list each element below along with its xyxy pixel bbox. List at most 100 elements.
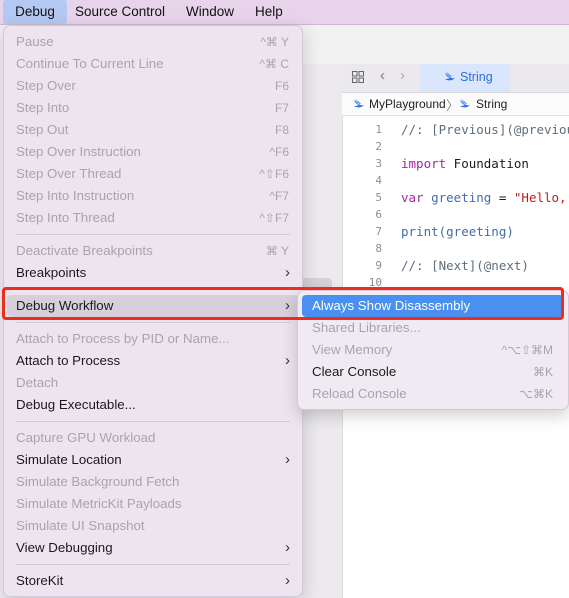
menu-item-label: Simulate MetricKit Payloads	[16, 496, 182, 511]
menu-item-reload-console[interactable]: Reload Console ⌥⌘K	[302, 383, 563, 405]
menu-item-label: Simulate Location	[16, 452, 122, 467]
menu-item-shortcut: F8	[274, 123, 289, 137]
menu-item-step-over-thread[interactable]: Step Over Thread ^⇧F6	[7, 163, 299, 185]
menu-separator	[16, 322, 290, 323]
menu-item-label: Deactivate Breakpoints	[16, 243, 153, 258]
chevron-right-icon: 〉	[446, 98, 460, 113]
menu-item-breakpoints[interactable]: Breakpoints ›	[7, 262, 299, 284]
breadcrumb-item[interactable]: MyPlayground	[369, 97, 446, 111]
highlight-box	[2, 287, 564, 320]
menu-item-storekit[interactable]: StoreKit ›	[7, 570, 299, 592]
menu-item-view-memory[interactable]: View Memory ^⌥⇧⌘M	[302, 339, 563, 361]
menu-item-label: Step Out	[16, 122, 69, 137]
line-number: 1	[375, 123, 382, 136]
line-number: 4	[375, 174, 382, 187]
line-number: 6	[375, 208, 382, 221]
menu-item-shortcut: ^⌘ C	[259, 57, 289, 71]
line-number: 2	[375, 140, 382, 153]
menu-bar: Debug Source Control Window Help	[0, 0, 569, 25]
code-line[interactable]: print(greeting)	[401, 224, 514, 239]
tab-label: String	[460, 70, 493, 84]
menubar-help[interactable]: Help	[255, 0, 283, 24]
menu-item-label: Simulate UI Snapshot	[16, 518, 145, 533]
swift-icon	[445, 72, 455, 81]
menu-item-step-over-instruction[interactable]: Step Over Instruction ^F6	[7, 141, 299, 163]
menu-item-shortcut: ^⌘ Y	[260, 35, 289, 49]
grid-icon[interactable]	[352, 71, 364, 83]
menu-separator	[16, 234, 290, 235]
code-line[interactable]: import Foundation	[401, 156, 529, 171]
menu-item-label: Attach to Process	[16, 353, 121, 368]
code-line[interactable]: var greeting = "Hello,	[401, 190, 567, 205]
menu-item-continue-to-current-line[interactable]: Continue To Current Line ^⌘ C	[7, 53, 299, 75]
menu-item-step-into[interactable]: Step Into F7	[7, 97, 299, 119]
menu-item-label: Simulate Background Fetch	[16, 474, 180, 489]
menu-item-label: Step Into Thread	[16, 210, 115, 225]
menu-item-simulate-background-fetch[interactable]: Simulate Background Fetch	[7, 471, 299, 493]
menu-item-shortcut: ⌥⌘K	[519, 387, 553, 401]
chevron-right-icon: ›	[285, 451, 290, 468]
menu-item-label: View Memory	[312, 342, 393, 357]
menu-item-detach[interactable]: Detach	[7, 372, 299, 394]
menu-item-shortcut: F6	[274, 79, 289, 93]
menu-item-attach-to-process[interactable]: Attach to Process ›	[7, 350, 299, 372]
menu-item-shortcut: ^F7	[269, 189, 289, 203]
line-number: 8	[375, 242, 382, 255]
line-number: 9	[375, 259, 382, 272]
menu-item-shortcut: ⌘K	[532, 365, 553, 379]
menu-item-label: Detach	[16, 375, 59, 390]
code-string: "Hello,	[513, 190, 567, 205]
menu-separator	[16, 421, 290, 422]
menu-item-label: Step Over Thread	[16, 166, 122, 181]
menu-item-label: Step Over Instruction	[16, 144, 141, 159]
menu-item-capture-gpu-workload[interactable]: Capture GPU Workload	[7, 427, 299, 449]
menu-item-step-over[interactable]: Step Over F6	[7, 75, 299, 97]
menu-item-shortcut: ^F6	[269, 145, 289, 159]
menu-item-shortcut: ^⇧F7	[259, 211, 289, 225]
menu-item-label: Continue To Current Line	[16, 56, 164, 71]
menu-item-simulate-ui-snapshot[interactable]: Simulate UI Snapshot	[7, 515, 299, 537]
menu-item-label: Pause	[16, 34, 54, 49]
menu-item-label: Step Into Instruction	[16, 188, 135, 203]
menu-item-shortcut: ^⇧F6	[259, 167, 289, 181]
code-text: =	[491, 190, 514, 205]
line-number: 3	[375, 157, 382, 170]
menu-item-label: Step Over	[16, 78, 76, 93]
menu-item-debug-executable[interactable]: Debug Executable...	[7, 394, 299, 416]
swift-icon	[460, 99, 470, 108]
menu-item-label: StoreKit	[16, 573, 64, 588]
menubar-window[interactable]: Window	[186, 0, 234, 24]
menu-item-clear-console[interactable]: Clear Console ⌘K	[302, 361, 563, 383]
line-number: 5	[375, 191, 382, 204]
menu-separator	[16, 564, 290, 565]
forward-icon[interactable]: ›	[400, 67, 405, 84]
menu-item-view-debugging[interactable]: View Debugging ›	[7, 537, 299, 559]
editor-toolbar	[302, 25, 569, 65]
code-line[interactable]: //: [Previous](@previou	[401, 122, 569, 137]
menu-item-simulate-location[interactable]: Simulate Location ›	[7, 449, 299, 471]
code-text: Foundation	[446, 156, 529, 171]
back-icon[interactable]: ‹	[380, 67, 385, 84]
menu-item-label: Capture GPU Workload	[16, 430, 156, 445]
breadcrumb-item[interactable]: String	[476, 97, 507, 111]
menu-item-simulate-metrickit-payloads[interactable]: Simulate MetricKit Payloads	[7, 493, 299, 515]
menu-item-step-out[interactable]: Step Out F8	[7, 119, 299, 141]
menu-item-step-into-thread[interactable]: Step Into Thread ^⇧F7	[7, 207, 299, 229]
code-variable: greeting	[423, 190, 492, 205]
menu-item-label: Reload Console	[312, 386, 407, 401]
code-keyword: import	[401, 156, 447, 171]
swift-icon	[354, 99, 364, 108]
menu-item-deactivate-breakpoints[interactable]: Deactivate Breakpoints ⌘ Y	[7, 240, 299, 262]
menu-item-shortcut: F7	[274, 101, 289, 115]
menubar-source-control[interactable]: Source Control	[75, 0, 165, 24]
menu-item-attach-by-pid[interactable]: Attach to Process by PID or Name...	[7, 328, 299, 350]
menu-item-step-into-instruction[interactable]: Step Into Instruction ^F7	[7, 185, 299, 207]
menubar-debug[interactable]: Debug	[3, 0, 67, 24]
menu-item-shared-libraries[interactable]: Shared Libraries...	[302, 317, 563, 339]
menu-item-label: Step Into	[16, 100, 70, 115]
menu-item-pause[interactable]: Pause ^⌘ Y	[7, 31, 299, 53]
menu-item-label: Clear Console	[312, 364, 397, 379]
chevron-right-icon: ›	[285, 264, 290, 281]
code-line[interactable]: //: [Next](@next)	[401, 258, 529, 273]
menu-item-label: Breakpoints	[16, 265, 87, 280]
